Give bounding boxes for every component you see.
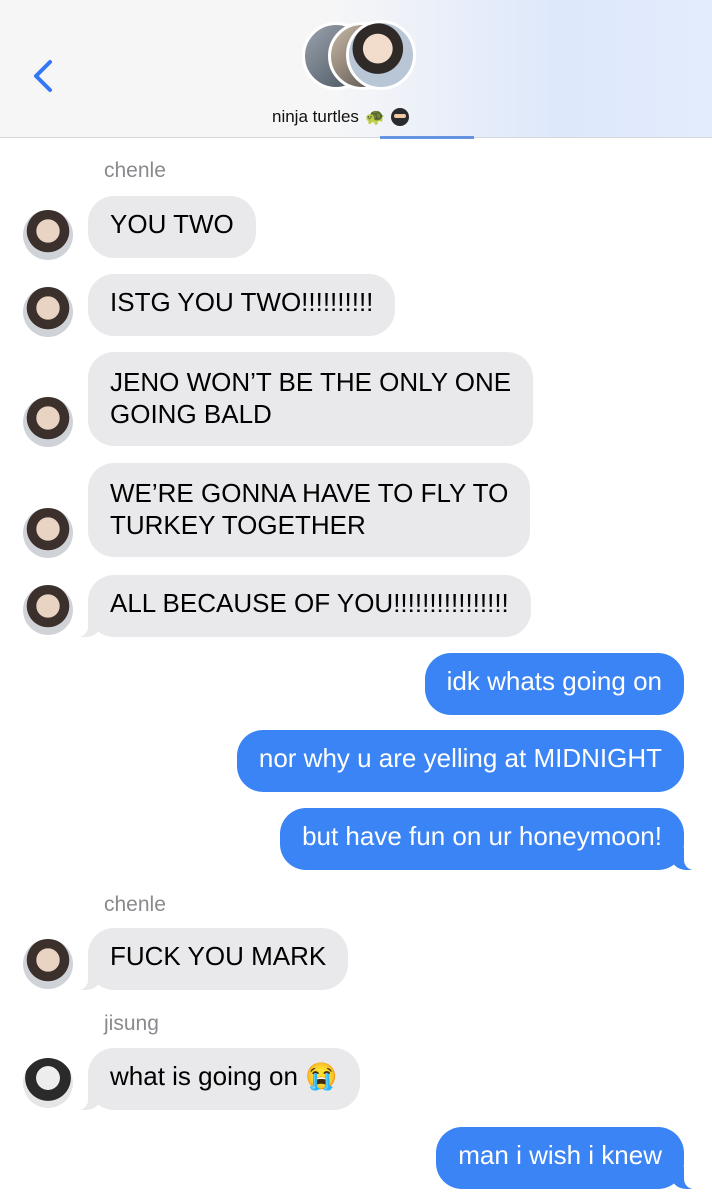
outgoing-message-bubble[interactable]: idk whats going on bbox=[424, 653, 684, 715]
incoming-message-bubble[interactable]: YOU TWO bbox=[88, 196, 256, 258]
turtle-emoji-icon: 🐢 bbox=[364, 109, 385, 126]
outgoing-message-bubble[interactable]: man i wish i knew bbox=[436, 1127, 698, 1189]
incoming-message-bubble[interactable]: FUCK YOU MARK bbox=[73, 928, 349, 990]
message-text: nor why u are yelling at MIDNIGHT bbox=[258, 743, 662, 773]
avatar[interactable] bbox=[23, 1058, 73, 1108]
incoming-message-bubble[interactable]: ALL BECAUSE OF YOU!!!!!!!!!!!!!!!! bbox=[74, 575, 531, 637]
message-text-line: WE’RE GONNA HAVE TO FLY TO bbox=[110, 478, 509, 508]
incoming-message-bubble[interactable]: JENO WON’T BE THE ONLY ONE GOING BALD bbox=[88, 352, 534, 446]
avatar[interactable] bbox=[23, 939, 73, 989]
outgoing-message-bubble[interactable]: nor why u are yelling at MIDNIGHT bbox=[236, 730, 684, 792]
message-text-line: GOING BALD bbox=[110, 399, 272, 429]
message-text: idk whats going on bbox=[446, 666, 662, 696]
message-text-line: JENO WON’T BE THE ONLY ONE bbox=[110, 367, 512, 397]
sender-name: chenle bbox=[104, 159, 166, 182]
message-text: YOU TWO bbox=[110, 209, 234, 239]
avatar[interactable] bbox=[23, 210, 73, 260]
message-text-line: TURKEY TOGETHER bbox=[110, 510, 366, 540]
group-title[interactable]: ninja turtles 🐢 bbox=[272, 106, 409, 128]
message-text: what is going on bbox=[110, 1061, 298, 1091]
group-name: ninja turtles bbox=[272, 107, 359, 126]
message-text: man i wish i knew bbox=[458, 1140, 662, 1170]
outgoing-message-bubble[interactable]: but have fun on ur honeymoon! bbox=[280, 808, 698, 870]
avatar[interactable] bbox=[23, 585, 73, 635]
avatar[interactable] bbox=[23, 397, 73, 447]
incoming-message-bubble[interactable]: what is going on 😭 bbox=[74, 1048, 360, 1110]
conversation-header: ninja turtles 🐢 bbox=[0, 0, 712, 139]
avatar[interactable] bbox=[23, 508, 73, 558]
message-text: FUCK YOU MARK bbox=[110, 941, 327, 971]
loudly-crying-emoji-icon: 😭 bbox=[305, 1061, 338, 1091]
incoming-message-bubble[interactable]: WE’RE GONNA HAVE TO FLY TO TURKEY TOGETH… bbox=[88, 463, 531, 557]
sender-name: jisung bbox=[104, 1012, 159, 1035]
message-text: but have fun on ur honeymoon! bbox=[302, 821, 662, 851]
message-text: ISTG YOU TWO!!!!!!!!!! bbox=[110, 287, 374, 317]
avatar[interactable] bbox=[23, 287, 73, 337]
message-text: ALL BECAUSE OF YOU!!!!!!!!!!!!!!!! bbox=[110, 588, 509, 618]
group-avatar-stack[interactable] bbox=[302, 20, 416, 92]
group-member-avatar bbox=[346, 20, 416, 90]
sender-name: chenle bbox=[104, 893, 166, 916]
back-chevron-icon[interactable] bbox=[28, 56, 58, 96]
incoming-message-bubble[interactable]: ISTG YOU TWO!!!!!!!!!! bbox=[88, 274, 396, 336]
header-underline bbox=[380, 136, 474, 139]
ninja-emoji-icon bbox=[390, 108, 409, 126]
